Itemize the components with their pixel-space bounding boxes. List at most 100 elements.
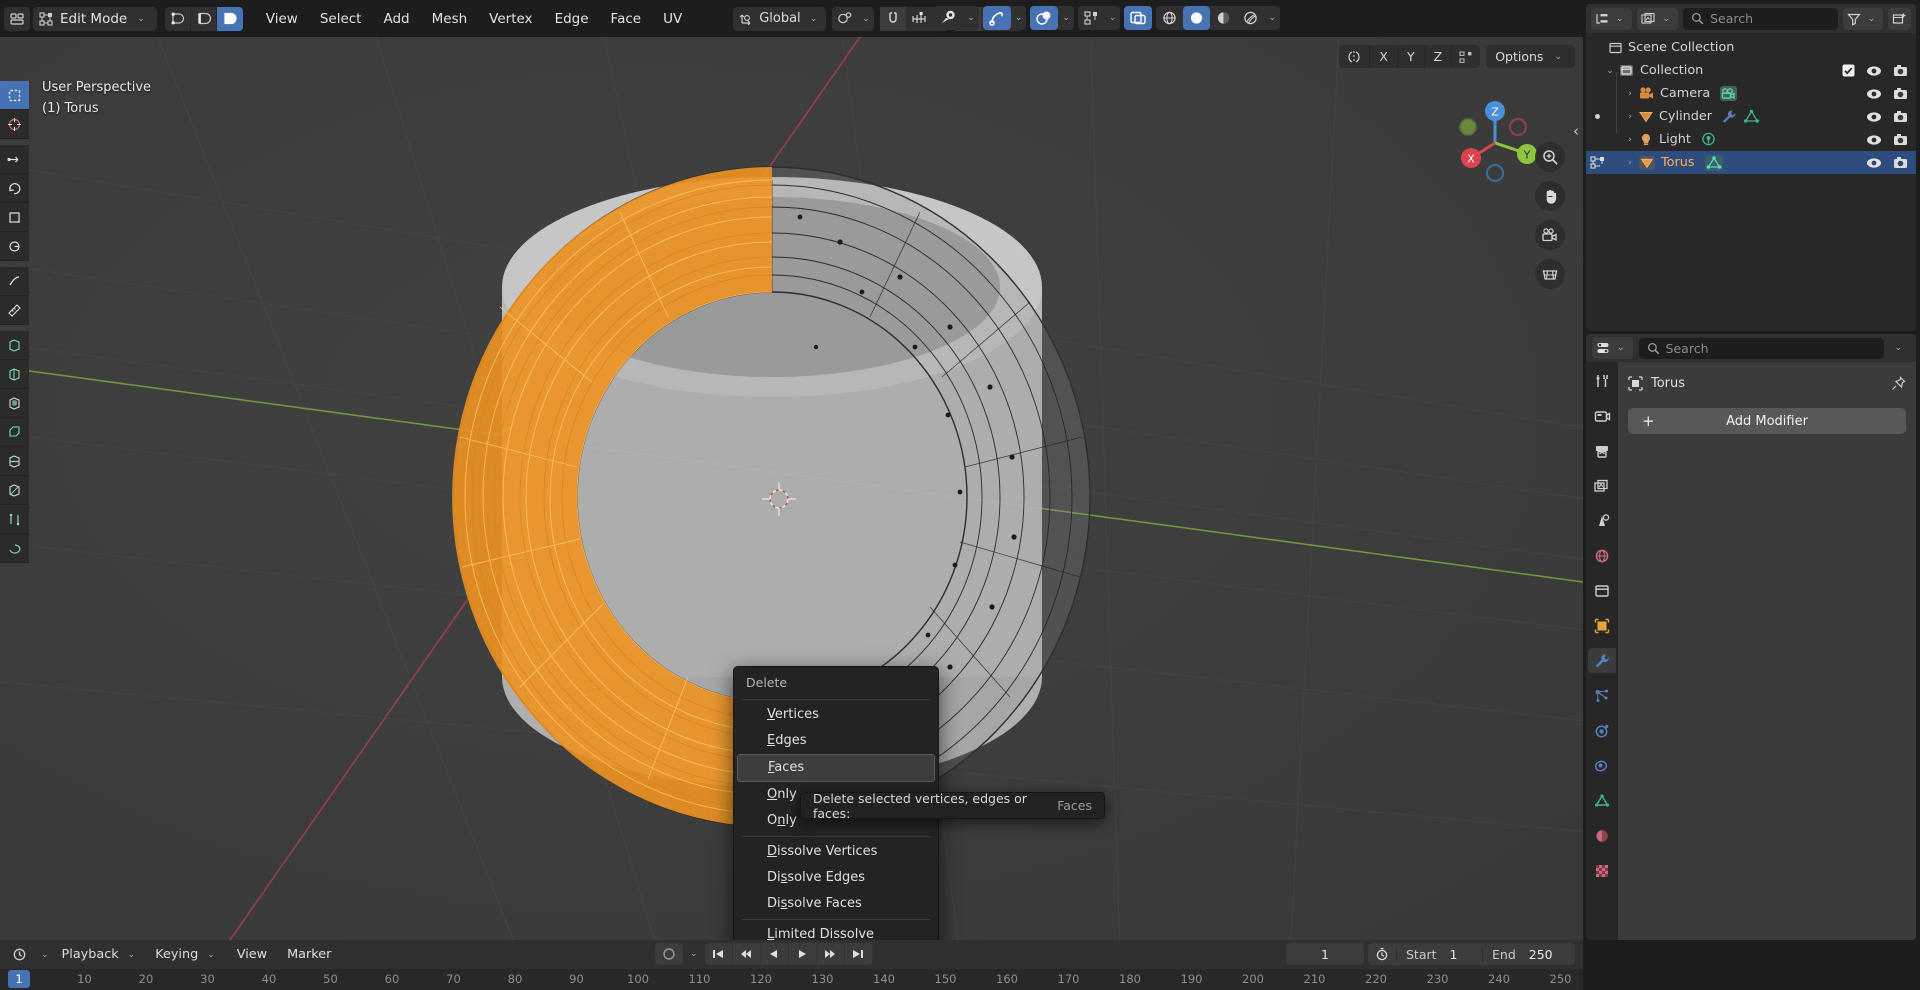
expand-triangle[interactable]: › <box>1622 135 1638 145</box>
expand-triangle[interactable]: › <box>1622 112 1638 122</box>
topology-mirror-icon[interactable] <box>1452 45 1480 68</box>
jump-to-start-button[interactable] <box>705 943 733 965</box>
snap-to-icon[interactable] <box>906 7 934 31</box>
tool-move[interactable] <box>0 145 29 174</box>
timeline-playhead[interactable]: 1 <box>8 970 30 988</box>
menu-uv[interactable]: UV <box>652 8 693 30</box>
menu-face[interactable]: Face <box>600 8 653 30</box>
symmetry-x-button[interactable]: X <box>1370 45 1398 68</box>
tool-tweak[interactable] <box>0 81 29 110</box>
edge-select-mode-button[interactable] <box>191 7 217 31</box>
use-preview-range-icon[interactable] <box>1368 947 1397 961</box>
outliner-row-collection[interactable]: ⌄ Collection <box>1586 59 1916 82</box>
checkbox-checked-icon[interactable] <box>1842 64 1855 77</box>
properties-tab-render[interactable] <box>1588 403 1616 428</box>
shading-rendered-icon[interactable] <box>1237 6 1264 30</box>
tool-extrude[interactable] <box>0 360 29 389</box>
frame-end-field[interactable]: End 250 <box>1483 947 1575 962</box>
render-camera-icon[interactable] <box>1893 87 1908 100</box>
mesh-data-icon[interactable] <box>1704 154 1724 172</box>
chevron-down-icon[interactable]: ⌄ <box>858 14 874 24</box>
menu-view[interactable]: View <box>255 8 309 30</box>
tool-loop-cut[interactable] <box>0 447 29 476</box>
transform-orientation-selector[interactable]: Global ⌄ <box>733 7 826 31</box>
jump-to-next-keyframe-button[interactable] <box>817 943 845 965</box>
timeline-menu-keying[interactable]: Keying ⌄ <box>148 944 226 965</box>
render-camera-icon[interactable] <box>1893 64 1908 77</box>
pivot-point-selector[interactable]: ⌄ <box>832 7 874 31</box>
outliner-filter-button[interactable]: ⌄ <box>1843 8 1883 30</box>
timeline-menu-marker[interactable]: Marker <box>278 944 340 965</box>
editor-type-button[interactable] <box>4 7 30 31</box>
render-camera-icon[interactable] <box>1893 156 1908 169</box>
show-gizmo-icon[interactable] <box>983 6 1011 30</box>
visibility-eye-icon[interactable] <box>1866 65 1882 77</box>
chevron-down-icon[interactable]: ⌄ <box>963 13 979 23</box>
properties-tab-modifier[interactable] <box>1588 648 1616 673</box>
timeline-menu-playback[interactable]: Playback ⌄ <box>55 944 147 965</box>
menu-item-vertices[interactable]: Vertices <box>734 702 938 728</box>
visibility-eye-icon[interactable] <box>1866 88 1882 100</box>
new-collection-button[interactable] <box>1888 8 1911 30</box>
chevron-down-icon[interactable]: ⌄ <box>1011 13 1027 23</box>
outliner-row-camera[interactable]: › Camera <box>1586 82 1916 105</box>
chevron-down-icon[interactable]: ⌄ <box>686 949 702 959</box>
properties-tab-collection[interactable] <box>1588 578 1616 603</box>
current-frame-field[interactable]: 1 <box>1286 943 1364 965</box>
menu-item-dissolve-edges[interactable]: Dissolve Edges <box>734 865 938 891</box>
properties-tab-data[interactable] <box>1588 788 1616 813</box>
render-camera-icon[interactable] <box>1893 133 1908 146</box>
menu-item-faces[interactable]: Faces <box>737 754 935 782</box>
menu-add[interactable]: Add <box>372 8 420 30</box>
properties-tab-tool[interactable] <box>1588 368 1616 393</box>
properties-editor[interactable]: ⌄ Search ⌄ <box>1586 334 1916 940</box>
tool-bevel[interactable] <box>0 418 29 447</box>
camera-data-icon[interactable] <box>1719 85 1738 102</box>
menu-mesh[interactable]: Mesh <box>421 8 479 30</box>
chevron-down-icon[interactable]: ⌄ <box>1105 13 1121 23</box>
menu-vertex[interactable]: Vertex <box>478 8 543 30</box>
menu-select[interactable]: Select <box>309 8 373 30</box>
properties-editor-type-button[interactable]: ⌄ <box>1592 337 1633 359</box>
auto-keying-button[interactable] <box>655 943 683 965</box>
properties-tab-world[interactable] <box>1588 543 1616 568</box>
tool-add-cube[interactable] <box>0 331 29 360</box>
frame-start-field[interactable]: Start 1 <box>1397 947 1483 962</box>
toggle-xray-button[interactable] <box>1124 6 1152 30</box>
xray-toggle-icon[interactable] <box>1078 6 1105 30</box>
properties-tab-view-layer[interactable] <box>1588 473 1616 498</box>
toggle-perspective-icon[interactable] <box>1535 259 1565 289</box>
tool-knife[interactable] <box>0 476 29 505</box>
3d-viewport[interactable]: User Perspective (1) Torus <box>0 37 1583 940</box>
tool-scale[interactable] <box>0 203 29 232</box>
properties-tab-object[interactable] <box>1588 613 1616 638</box>
snap-toggle-button[interactable] <box>880 7 906 31</box>
pivot-point-icon[interactable] <box>832 7 858 31</box>
mirror-icon[interactable] <box>1339 45 1370 68</box>
menu-item-dissolve-vertices[interactable]: Dissolve Vertices <box>734 839 938 865</box>
tool-cursor[interactable] <box>0 110 29 139</box>
viewport-options-dropdown[interactable]: Options ⌄ <box>1486 45 1575 68</box>
expand-triangle[interactable]: › <box>1622 89 1638 99</box>
visibility-eye-icon[interactable] <box>1866 157 1882 169</box>
timeline-editor[interactable]: ⌄ Playback ⌄ Keying ⌄ View Marker ⌄ <box>0 940 1583 990</box>
properties-tab-material[interactable] <box>1588 823 1616 848</box>
jump-to-end-button[interactable] <box>845 943 873 965</box>
mesh-data-icon[interactable] <box>1743 109 1760 125</box>
show-overlays-icon[interactable] <box>1030 6 1058 30</box>
sidebar-collapse-arrow[interactable]: ‹ <box>1573 122 1579 140</box>
vertex-select-mode-button[interactable] <box>165 7 191 31</box>
face-select-mode-button[interactable] <box>217 7 243 31</box>
menu-item-limited-dissolve[interactable]: Limited Dissolve <box>734 922 938 940</box>
play-reverse-button[interactable] <box>761 943 789 965</box>
jump-to-prev-keyframe-button[interactable] <box>733 943 761 965</box>
tool-inset-faces[interactable] <box>0 389 29 418</box>
expand-triangle-expanded[interactable]: ⌄ <box>1602 66 1618 76</box>
properties-tab-particles[interactable] <box>1588 683 1616 708</box>
tool-spin[interactable] <box>0 534 29 563</box>
chevron-down-icon[interactable]: ⌄ <box>1890 343 1910 353</box>
timeline-ruler[interactable]: 1 10203040506070809010011012013014015016… <box>0 969 1583 990</box>
add-modifier-button[interactable]: + Add Modifier <box>1628 408 1906 434</box>
expand-triangle[interactable]: › <box>1622 158 1638 168</box>
tool-poly-build[interactable] <box>0 505 29 534</box>
